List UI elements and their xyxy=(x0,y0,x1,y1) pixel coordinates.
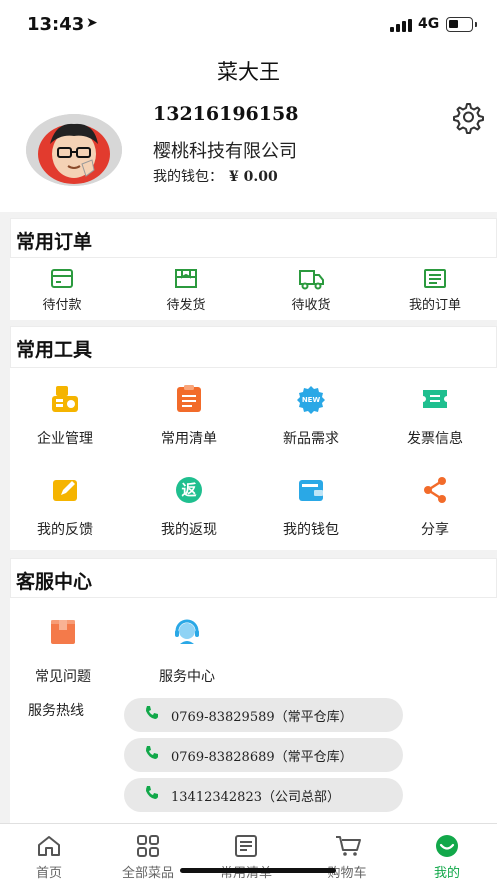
order-my-orders[interactable]: 我的订单 xyxy=(387,266,483,316)
enterprise-icon xyxy=(52,386,78,412)
tab-label: 我的 xyxy=(433,866,460,881)
customer-service-icon xyxy=(175,619,199,644)
tool-label: 我的钱包 xyxy=(283,522,339,538)
tool-my-wallet[interactable]: 我的钱包 xyxy=(256,475,366,541)
avatar[interactable] xyxy=(26,114,122,186)
order-pending-payment[interactable]: 待付款 xyxy=(14,266,110,316)
tab-bar: 首页 全部菜品 常用清单 购物车 我的 xyxy=(0,823,497,883)
phone-icon xyxy=(146,786,158,799)
order-item-label: 待收货 xyxy=(291,298,331,313)
page-title: 菜大王 xyxy=(217,60,280,84)
hotline-label: 服务热线 xyxy=(28,703,84,719)
signal-icon xyxy=(390,19,412,32)
battery-icon xyxy=(446,17,473,32)
edit-feedback-icon xyxy=(53,480,77,501)
user-phone: 13216196158 xyxy=(153,103,299,125)
tool-share[interactable]: 分享 xyxy=(380,475,490,541)
service-center[interactable]: 服务中心 xyxy=(137,616,237,686)
status-bar: 13:43 ➤ 4G xyxy=(0,0,497,50)
tool-new-product-request[interactable]: NEW 新品需求 xyxy=(256,384,366,450)
orders-card: 常用订单 待付款 待发货 待收货 我的订单 xyxy=(10,218,497,320)
tool-label: 企业管理 xyxy=(37,431,93,447)
home-indicator xyxy=(180,868,336,873)
order-pending-shipment[interactable]: 待发货 xyxy=(138,266,234,316)
tool-label: 新品需求 xyxy=(283,431,339,447)
order-list-icon xyxy=(424,269,446,288)
delivery-truck-icon xyxy=(299,270,324,290)
service-item-label: 服务中心 xyxy=(159,669,215,685)
tool-label: 发票信息 xyxy=(407,431,463,447)
tool-enterprise[interactable]: 企业管理 xyxy=(10,384,120,450)
ticket-icon xyxy=(423,390,447,408)
network-type: 4G xyxy=(418,16,440,32)
tab-all-dishes[interactable]: 全部菜品 xyxy=(103,824,193,883)
service-item-label: 常见问题 xyxy=(35,669,91,685)
order-pending-receipt[interactable]: 待收货 xyxy=(263,266,359,316)
tab-mine[interactable]: 我的 xyxy=(402,824,492,883)
wallet-icon xyxy=(299,480,323,501)
tool-label: 分享 xyxy=(421,522,449,538)
profile-section: 13216196158 樱桃科技有限公司 我的钱包： ¥ 0.00 xyxy=(0,90,497,212)
wallet-card-icon xyxy=(51,269,73,288)
tab-common-list[interactable]: 常用清单 xyxy=(201,824,291,883)
service-title: 客服中心 xyxy=(16,571,93,593)
wallet-label: 我的钱包： xyxy=(153,169,223,185)
settings-gear-icon[interactable] xyxy=(450,100,484,134)
smile-icon xyxy=(436,835,458,857)
nav-bar: 菜大王 xyxy=(0,50,497,90)
order-item-label: 我的订单 xyxy=(408,298,461,313)
tool-feedback[interactable]: 我的反馈 xyxy=(10,475,120,541)
order-item-label: 待发货 xyxy=(166,298,206,313)
tab-cart[interactable]: 购物车 xyxy=(302,824,392,883)
orders-title: 常用订单 xyxy=(16,231,93,253)
svg-text:NEW: NEW xyxy=(302,396,321,404)
service-faq[interactable]: 常见问题 xyxy=(13,616,113,686)
status-time: 13:43 xyxy=(27,14,85,35)
service-card: 客服中心 常见问题 服务中心 服务热线 0769-83829589（常平仓库） … xyxy=(10,558,497,823)
tools-title: 常用工具 xyxy=(16,339,93,361)
tools-card: 常用工具 企业管理 常用清单 NEW 新品需求 发票信息 我的反馈 返 我的返现… xyxy=(10,326,497,550)
list-icon xyxy=(235,835,257,857)
tool-cashback[interactable]: 返 我的返现 xyxy=(134,475,244,541)
hotline-number: 13412342823（公司总部） xyxy=(171,790,340,805)
hotline-button[interactable]: 0769-83828689（常平仓库） xyxy=(124,738,403,772)
tab-label: 首页 xyxy=(35,866,62,881)
hotline-number: 0769-83829589（常平仓库） xyxy=(171,710,353,725)
phone-icon xyxy=(146,746,158,759)
tool-label: 我的返现 xyxy=(161,522,217,538)
tool-label: 常用清单 xyxy=(161,431,217,447)
grid-icon xyxy=(137,835,159,857)
hotline-button[interactable]: 0769-83829589（常平仓库） xyxy=(124,698,403,732)
tools-header: 常用工具 xyxy=(10,326,497,368)
hotline-button[interactable]: 13412342823（公司总部） xyxy=(124,778,403,812)
new-badge-icon: NEW xyxy=(297,386,325,414)
battery-tip xyxy=(475,22,477,27)
phone-icon xyxy=(146,706,158,719)
tool-label: 我的反馈 xyxy=(37,522,93,538)
wallet-amount: ¥ 0.00 xyxy=(229,169,278,185)
cashback-glyph: 返 xyxy=(181,481,197,499)
orders-header: 常用订单 xyxy=(10,218,497,258)
faq-book-icon xyxy=(51,620,75,644)
order-item-label: 待付款 xyxy=(42,298,82,313)
share-icon xyxy=(424,477,446,503)
service-header: 客服中心 xyxy=(10,558,497,598)
hotline-number: 0769-83828689（常平仓库） xyxy=(171,750,353,765)
package-box-icon xyxy=(175,269,197,288)
company-name: 樱桃科技有限公司 xyxy=(153,141,297,162)
tab-home[interactable]: 首页 xyxy=(4,824,94,883)
wallet-balance: 我的钱包： ¥ 0.00 xyxy=(153,166,278,186)
cart-icon xyxy=(336,836,361,856)
home-icon xyxy=(38,836,60,856)
clipboard-icon xyxy=(177,385,201,412)
tool-invoice-info[interactable]: 发票信息 xyxy=(380,384,490,450)
tool-common-list[interactable]: 常用清单 xyxy=(134,384,244,450)
location-arrow-icon: ➤ xyxy=(86,15,98,31)
